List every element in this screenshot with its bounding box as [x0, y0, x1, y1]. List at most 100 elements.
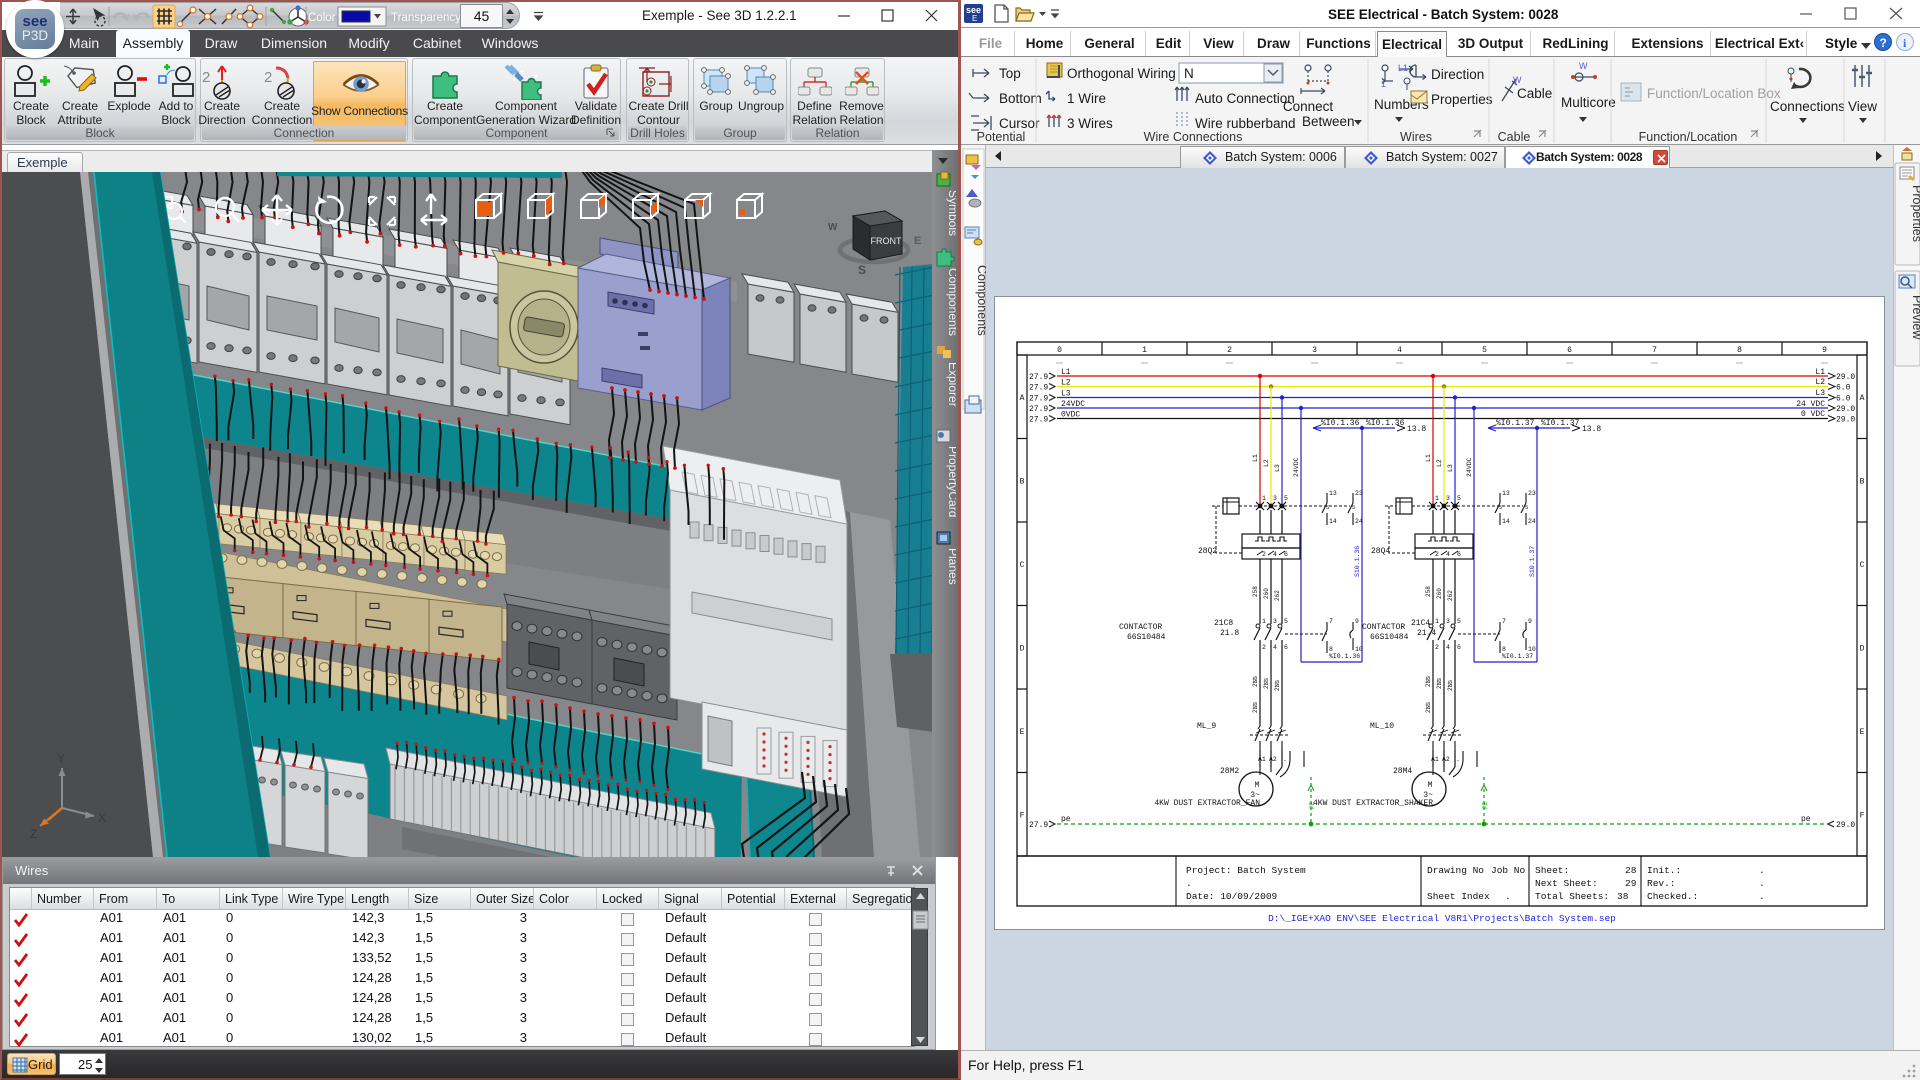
svg-text:6.0: 6.0: [1836, 395, 1851, 404]
svg-text:.: .: [1759, 878, 1765, 889]
svg-text:B: B: [1020, 477, 1025, 486]
svg-text:Multicore: Multicore: [1561, 95, 1616, 110]
svg-text:6: 6: [1457, 644, 1461, 651]
svg-text:CONTACTOR: CONTACTOR: [1119, 623, 1162, 632]
svg-text:L1: L1: [1425, 454, 1432, 462]
svg-text:8: 8: [1737, 346, 1742, 355]
svg-text:S: S: [858, 263, 866, 277]
svg-text:Symbols: Symbols: [946, 190, 956, 236]
svg-text:FRONT: FRONT: [871, 236, 902, 246]
svg-text:0 VDC: 0 VDC: [1801, 410, 1825, 419]
svg-text:Transparency: Transparency: [391, 12, 461, 24]
svg-text:2ʦʦ: 2ʦʦ: [1425, 676, 1432, 687]
svg-text:28: 28: [1625, 865, 1637, 876]
svg-text:5: 5: [1499, 504, 1502, 511]
svg-text:S10.1.36: S10.1.36: [1354, 546, 1361, 577]
svg-text:Properties: Properties: [1910, 185, 1920, 242]
svg-text:260: 260: [1436, 588, 1443, 599]
svg-text:%I0.1.37: %I0.1.37: [1496, 419, 1535, 428]
svg-text:10: 10: [1528, 646, 1536, 653]
svg-text:D: D: [1860, 644, 1865, 653]
svg-text:Wire rubberband: Wire rubberband: [1195, 116, 1296, 131]
svg-text:27.9: 27.9: [1029, 384, 1048, 393]
svg-text:Connect: Connect: [1283, 99, 1334, 114]
svg-text:1: 1: [1381, 79, 1386, 89]
svg-text:S10.1.37: S10.1.37: [1529, 546, 1536, 577]
svg-text:7: 7: [1329, 618, 1333, 625]
svg-text:Between: Between: [1302, 114, 1355, 129]
svg-text:13: 13: [1329, 490, 1337, 497]
svg-text:7: 7: [1652, 346, 1657, 355]
svg-text:262: 262: [1447, 590, 1454, 601]
svg-text:5: 5: [1457, 495, 1461, 502]
svg-text:4KW DUST EXTRACTOR_SHAKER: 4KW DUST EXTRACTOR_SHAKER: [1313, 799, 1433, 808]
svg-text:Next Sheet:: Next Sheet:: [1535, 878, 1598, 889]
svg-text:L3: L3: [1447, 464, 1454, 472]
svg-text:13.8: 13.8: [1407, 425, 1426, 434]
svg-text:21.4: 21.4: [1417, 629, 1436, 638]
svg-text:2: 2: [1435, 644, 1439, 651]
svg-text:A1: A1: [1258, 756, 1266, 763]
svg-text:W: W: [1579, 61, 1588, 71]
svg-text:D: D: [1020, 644, 1025, 653]
svg-text:SEE Electrical - Batch System:: SEE Electrical - Batch System: 0028: [1328, 7, 1559, 22]
svg-text:Wire Connections: Wire Connections: [1144, 130, 1243, 144]
svg-text:A1: A1: [1431, 756, 1439, 763]
svg-text:Properties: Properties: [1431, 92, 1493, 107]
svg-text:23: 23: [1528, 490, 1536, 497]
svg-text:28Q4: 28Q4: [1371, 547, 1390, 556]
svg-text:24: 24: [1355, 518, 1363, 525]
svg-text:Cable: Cable: [1498, 130, 1531, 144]
svg-text:E: E: [1020, 728, 1025, 737]
svg-text:24VDC: 24VDC: [1466, 457, 1473, 477]
svg-text:9: 9: [1355, 618, 1359, 625]
svg-text:Job No: Job No: [1491, 865, 1526, 876]
svg-text:27.9: 27.9: [1029, 405, 1048, 414]
svg-text:.: .: [1456, 756, 1460, 763]
svg-text:21C8: 21C8: [1214, 619, 1233, 628]
svg-text:.: .: [1505, 891, 1511, 902]
svg-text:Explorer: Explorer: [946, 362, 956, 407]
svg-text:View: View: [1848, 99, 1877, 114]
svg-text:8: 8: [1329, 646, 1333, 653]
svg-text:Bottom: Bottom: [999, 91, 1042, 106]
svg-text:6.0: 6.0: [1836, 384, 1851, 393]
svg-text:28M2: 28M2: [1220, 767, 1239, 776]
svg-text:Sheet Index: Sheet Index: [1427, 891, 1490, 902]
svg-text:3: 3: [1312, 346, 1317, 355]
svg-text:Preview: Preview: [1910, 295, 1920, 340]
svg-text:Rev.:: Rev.:: [1647, 878, 1676, 889]
svg-text:2: 2: [1227, 346, 1232, 355]
svg-text:1: 1: [1142, 346, 1147, 355]
svg-text:E: E: [972, 14, 977, 23]
svg-text:5: 5: [1482, 346, 1487, 355]
svg-text:21C4: 21C4: [1411, 619, 1430, 628]
svg-text:27.9: 27.9: [1029, 395, 1048, 404]
svg-text:Potential: Potential: [977, 130, 1026, 144]
svg-text:E: E: [914, 235, 921, 247]
svg-text:24VDC: 24VDC: [1293, 457, 1300, 477]
svg-text:23: 23: [1355, 490, 1363, 497]
svg-text:2: 2: [202, 69, 210, 86]
svg-text:4: 4: [1397, 346, 1402, 355]
svg-text:8: 8: [1502, 646, 1506, 653]
svg-text:29.0: 29.0: [1836, 405, 1855, 414]
svg-text:2: 2: [264, 69, 272, 86]
svg-text:L1: L1: [1252, 454, 1259, 462]
svg-text:Auto Connection: Auto Connection: [1195, 91, 1295, 106]
svg-text:PropertyCard: PropertyCard: [946, 446, 956, 517]
svg-text:66S10484: 66S10484: [1127, 633, 1166, 642]
svg-text:2: 2: [1262, 644, 1266, 651]
svg-text:A2: A2: [1269, 756, 1277, 763]
svg-text:Components: Components: [975, 265, 986, 336]
svg-text:.: .: [1186, 878, 1192, 889]
svg-text:29: 29: [1625, 878, 1637, 889]
svg-text:Drawing No: Drawing No: [1427, 865, 1484, 876]
svg-text:Function/Location Box: Function/Location Box: [1647, 86, 1781, 101]
svg-text:E: E: [1860, 728, 1865, 737]
svg-text:29.0: 29.0: [1836, 373, 1855, 382]
svg-text:ML_10: ML_10: [1370, 722, 1394, 731]
svg-text:Connections: Connections: [1770, 99, 1845, 114]
svg-text:W: W: [1513, 75, 1522, 85]
svg-text:Project: Batch System: Project: Batch System: [1186, 865, 1306, 876]
